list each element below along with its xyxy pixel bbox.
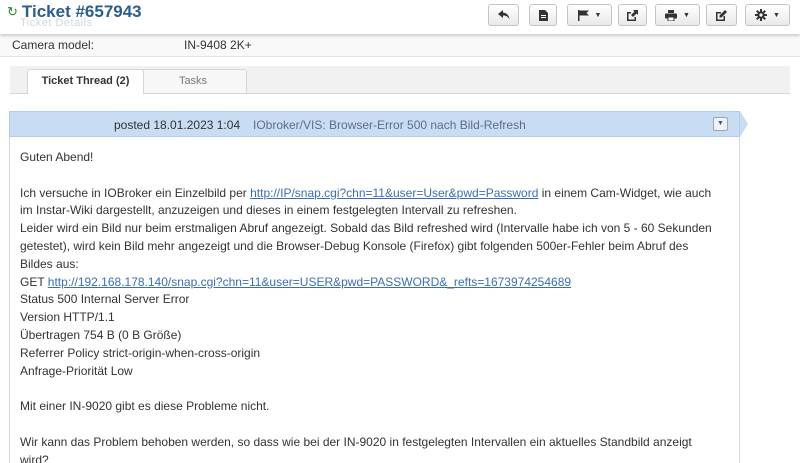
- print-icon: [665, 9, 678, 21]
- export-icon: [627, 9, 638, 21]
- edit-button[interactable]: [706, 4, 737, 26]
- reply-button[interactable]: [488, 4, 519, 26]
- reply-icon: [497, 10, 509, 20]
- message-paragraph: Ich versuche in IOBroker ein Einzelbild …: [20, 185, 720, 221]
- camera-model-label: Camera model:: [12, 38, 95, 52]
- ghost-title: Ticket Details: [20, 17, 93, 29]
- chevron-down-icon: ▼: [683, 11, 690, 19]
- print-view-button[interactable]: [529, 4, 557, 26]
- camera-model-value: IN-9408 2K+: [184, 38, 252, 52]
- version-line: Version HTTP/1.1: [20, 310, 115, 325]
- thread-options-toggle[interactable]: ▼: [713, 117, 728, 131]
- more-options-button[interactable]: ▼: [745, 4, 790, 26]
- message-text: Ich versuche in IOBroker ein Einzelbild …: [20, 185, 251, 200]
- flag-icon: [577, 9, 589, 21]
- camera-model-row: Camera model: IN-9408 2K+: [0, 34, 800, 57]
- edit-icon: [716, 9, 727, 21]
- thread-header-arrow: [740, 111, 748, 137]
- print-menu-button[interactable]: ▼: [655, 4, 700, 26]
- chevron-down-icon: ▼: [773, 11, 780, 19]
- message-greeting: Guten Abend!: [20, 150, 94, 164]
- tab-ticket-thread[interactable]: Ticket Thread (2): [27, 69, 144, 94]
- referrer-line: Referrer Policy strict-origin-when-cross…: [20, 345, 261, 360]
- priority-line: Anfrage-Priorität Low: [20, 363, 133, 378]
- thread-subject: IObroker/VIS: Browser-Error 500 nach Bil…: [253, 118, 526, 132]
- message-paragraph: Mit einer IN-9020 gibt es diese Probleme…: [20, 399, 270, 414]
- document-icon: [538, 9, 548, 21]
- refresh-icon[interactable]: ↻: [7, 2, 18, 22]
- export-button[interactable]: [618, 4, 647, 26]
- ticket-tabs: Tasks Ticket Thread (2): [10, 66, 790, 94]
- message-text: GET: [20, 274, 48, 289]
- message-paragraph: GET http://192.168.178.140/snap.cgi?chn=…: [20, 274, 720, 292]
- chevron-down-icon: ▼: [717, 120, 724, 127]
- transferred-line: Übertragen 754 B (0 B Größe): [20, 327, 182, 342]
- chevron-down-icon: ▼: [594, 11, 602, 19]
- ticket-toolbar: ▼ ▼ ▼: [488, 4, 790, 26]
- posted-timestamp: posted 18.01.2023 1:04: [114, 118, 241, 132]
- message-body: Guten Abend! Ich versuche in IOBroker ei…: [20, 149, 720, 463]
- snapshot-link[interactable]: http://IP/snap.cgi?chn=11&user=User&pwd=…: [250, 186, 538, 200]
- ticket-header: ↻ Ticket #657943 Ticket Details ▼ ▼ ▼: [0, 0, 800, 34]
- message-paragraph: Wir kann das Problem behoben werden, so …: [20, 434, 692, 463]
- status-line: Status 500 Internal Server Error: [20, 292, 190, 307]
- thread-entry-header: posted 18.01.2023 1:04 IObroker/VIS: Bro…: [9, 111, 740, 137]
- request-link[interactable]: http://192.168.178.140/snap.cgi?chn=11&u…: [48, 275, 571, 289]
- message-paragraph: Leider wird ein Bild nur beim erstmalige…: [20, 221, 712, 271]
- tab-tasks[interactable]: Tasks: [139, 69, 247, 93]
- ticket-page: ↻ Ticket #657943 Ticket Details ▼ ▼ ▼ Ca…: [0, 0, 800, 463]
- gear-icon: [755, 9, 768, 21]
- flag-menu-button[interactable]: ▼: [567, 4, 612, 26]
